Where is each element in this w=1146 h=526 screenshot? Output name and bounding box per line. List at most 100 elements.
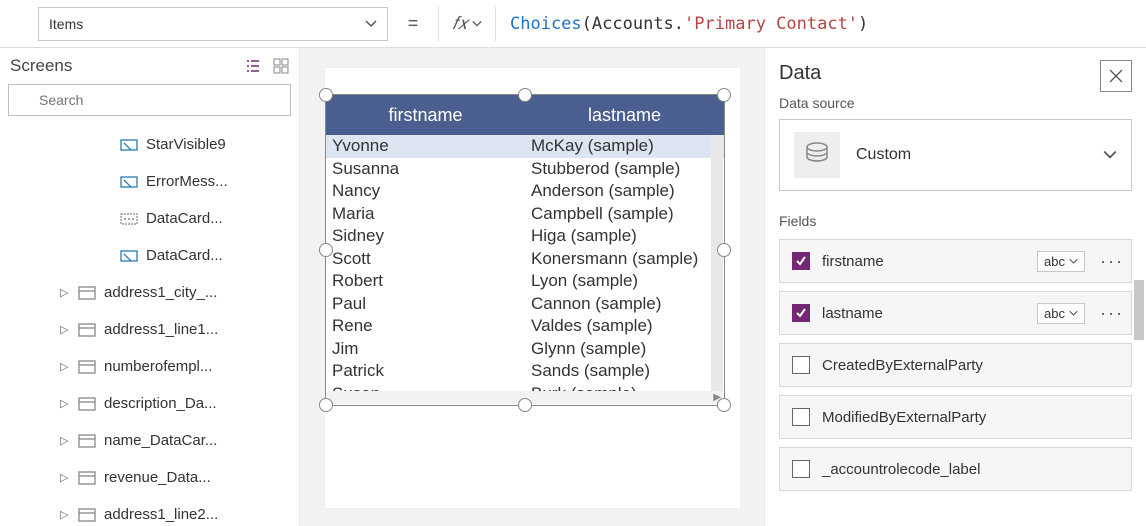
formula-input[interactable]: Choices ( Accounts . 'Primary Contact' ) [496, 7, 1146, 41]
cell-firstname: Robert [326, 270, 525, 293]
cell-lastname: Anderson (sample) [525, 180, 724, 203]
checkbox[interactable] [792, 460, 810, 478]
chevron-down-icon [1103, 148, 1117, 162]
field-type-selector[interactable]: abc [1037, 251, 1085, 272]
expand-caret-icon[interactable]: ▷ [60, 360, 70, 373]
list-view-icon[interactable] [245, 58, 261, 74]
field-row[interactable]: lastname abc ··· [779, 291, 1132, 335]
field-row[interactable]: _accountrolecode_label [779, 447, 1132, 491]
tree-item-label: StarVisible9 [146, 136, 226, 153]
tree-item[interactable]: DataCard... [0, 237, 299, 274]
cell-lastname: McKay (sample) [525, 135, 724, 158]
col-header-firstname[interactable]: firstname [326, 105, 525, 126]
field-name-label: CreatedByExternalParty [822, 357, 1127, 374]
chevron-down-icon [1069, 257, 1078, 266]
table-row[interactable]: JimGlynn (sample) [326, 338, 724, 361]
chevron-down-icon [472, 19, 482, 29]
resize-handle[interactable] [717, 88, 731, 102]
close-button[interactable] [1100, 60, 1132, 92]
table-row[interactable]: PatrickSands (sample) [326, 360, 724, 383]
field-more-button[interactable]: ··· [1097, 303, 1127, 324]
tree-item[interactable]: StarVisible9 [0, 126, 299, 163]
tree-item[interactable]: ▷ address1_line1... [0, 311, 299, 348]
cell-lastname: Cannon (sample) [525, 293, 724, 316]
tree-item-label: revenue_Data... [104, 469, 211, 486]
search-input[interactable] [8, 84, 291, 116]
expand-caret-icon[interactable]: ▷ [60, 471, 70, 484]
property-value: Items [49, 16, 83, 32]
resize-handle[interactable] [518, 88, 532, 102]
resize-handle[interactable] [319, 398, 333, 412]
input-icon [120, 247, 138, 265]
table-row[interactable]: NancyAnderson (sample) [326, 180, 724, 203]
data-source-selector[interactable]: Custom [779, 119, 1132, 191]
cell-lastname: Valdes (sample) [525, 315, 724, 338]
tree-item[interactable]: ▷ numberofempl... [0, 348, 299, 385]
tree-item[interactable]: DataCard... [0, 200, 299, 237]
formula-bar: Items = 𝑓𝑥 Choices ( Accounts . 'Primary… [0, 0, 1146, 48]
tree-item-label: numberofempl... [104, 358, 212, 375]
tree-item[interactable]: ▷description_Da... [0, 385, 299, 422]
checkbox[interactable] [792, 356, 810, 374]
input-icon [120, 136, 138, 154]
expand-caret-icon[interactable]: ▷ [60, 397, 70, 410]
checkbox[interactable] [792, 304, 810, 322]
card-icon [78, 432, 96, 450]
field-name-label: lastname [822, 305, 1025, 322]
card-icon [78, 284, 96, 302]
tree-item[interactable]: ▷address1_line2... [0, 496, 299, 526]
canvas[interactable]: firstname lastname YvonneMcKay (sample)S… [300, 48, 764, 526]
resize-handle[interactable] [319, 243, 333, 257]
tree-item[interactable]: ▷name_DataCar... [0, 422, 299, 459]
input-icon [120, 173, 138, 191]
tree-item[interactable]: ▷ revenue_Data... [0, 459, 299, 496]
data-table[interactable]: firstname lastname YvonneMcKay (sample)S… [325, 94, 725, 406]
tree-item-label: address1_line1... [104, 321, 218, 338]
resize-handle[interactable] [717, 243, 731, 257]
fields-list: firstname abc ··· lastname abc ··· CreatedBy… [779, 239, 1132, 491]
tree-item-label: address1_city_... [104, 284, 217, 301]
data-source-name: Custom [856, 146, 1087, 164]
cell-lastname: Sands (sample) [525, 360, 724, 383]
field-row[interactable]: ModifiedByExternalParty [779, 395, 1132, 439]
tree-list: StarVisible9ErrorMess...DataCard...DataC… [0, 122, 299, 526]
property-selector[interactable]: Items [38, 7, 388, 41]
field-name-label: firstname [822, 253, 1025, 270]
cell-firstname: Maria [326, 203, 525, 226]
chevron-down-icon [1069, 309, 1078, 318]
expand-caret-icon[interactable]: ▷ [60, 508, 70, 521]
expand-caret-icon[interactable]: ▷ [60, 286, 70, 299]
panel-scrollbar[interactable] [1134, 280, 1144, 340]
field-type-selector[interactable]: abc [1037, 303, 1085, 324]
expand-caret-icon[interactable]: ▷ [60, 434, 70, 447]
field-row[interactable]: CreatedByExternalParty [779, 343, 1132, 387]
field-row[interactable]: firstname abc ··· [779, 239, 1132, 283]
expand-caret-icon[interactable]: ▷ [60, 323, 70, 336]
table-row[interactable]: RobertLyon (sample) [326, 270, 724, 293]
resize-handle[interactable] [518, 398, 532, 412]
card-icon [78, 321, 96, 339]
table-row[interactable]: SidneyHiga (sample) [326, 225, 724, 248]
tree-item[interactable]: ▷ address1_city_... [0, 274, 299, 311]
table-row[interactable]: YvonneMcKay (sample) [326, 135, 724, 158]
formula-token-func: Choices [510, 14, 582, 34]
fx-button[interactable]: 𝑓𝑥 [438, 7, 496, 41]
tree-title: Screens [10, 56, 72, 76]
col-header-lastname[interactable]: lastname [525, 105, 724, 126]
grid-view-icon[interactable] [273, 58, 289, 74]
checkbox[interactable] [792, 252, 810, 270]
tree-item[interactable]: ErrorMess... [0, 163, 299, 200]
field-more-button[interactable]: ··· [1097, 251, 1127, 272]
resize-handle[interactable] [717, 398, 731, 412]
table-row[interactable]: SusannaStubberod (sample) [326, 158, 724, 181]
table-row[interactable]: PaulCannon (sample) [326, 293, 724, 316]
table-row[interactable]: ReneValdes (sample) [326, 315, 724, 338]
cell-lastname: Stubberod (sample) [525, 158, 724, 181]
tree-panel: Screens StarVisible9ErrorMess...DataCard… [0, 48, 300, 526]
resize-handle[interactable] [319, 88, 333, 102]
panel-title: Data [779, 62, 1132, 85]
v-scrollbar[interactable] [711, 135, 723, 391]
checkbox[interactable] [792, 408, 810, 426]
table-row[interactable]: ScottKonersmann (sample) [326, 248, 724, 271]
table-row[interactable]: MariaCampbell (sample) [326, 203, 724, 226]
